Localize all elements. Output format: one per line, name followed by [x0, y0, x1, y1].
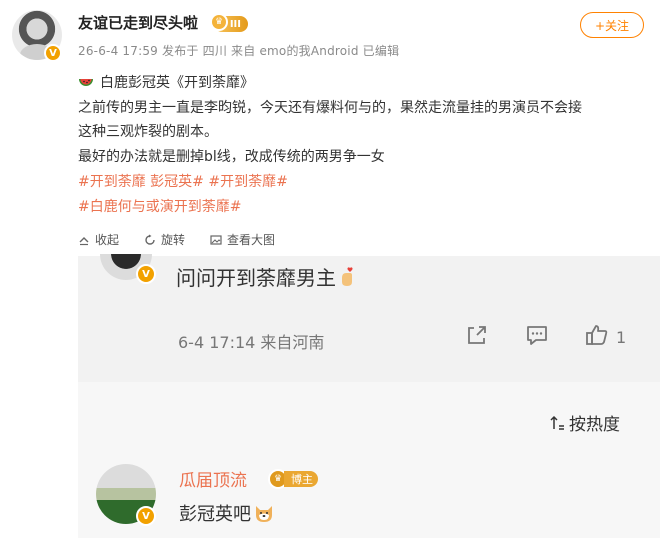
comment-text: 彭冠英吧	[179, 500, 275, 526]
comment-icon	[527, 326, 547, 345]
watermelon-icon	[79, 79, 93, 86]
view-large-button[interactable]: 查看大图	[210, 231, 275, 248]
view-large-label: 查看大图	[227, 233, 276, 247]
reply-card: V 问问开到荼靡男主 6-4 17:14 来自河南 1	[78, 254, 660, 382]
post-actions: 收起 旋转 查看大图	[0, 231, 660, 251]
comments-section: 按热度 V 瓜届顶流 ♛ 博主 彭冠英吧	[78, 382, 660, 538]
author-name[interactable]: 友谊已走到尽头啦	[78, 12, 198, 33]
post-meta: 26-6-4 17:59 发布于 四川 来自 emo的我Android 已编辑	[78, 44, 400, 58]
verified-icon: V	[44, 44, 62, 62]
share-button[interactable]	[464, 322, 490, 352]
collapse-button[interactable]: 收起	[78, 231, 119, 248]
weibo-post: V 友谊已走到尽头啦 ♛ III 26-6-4 17:59 发布于 四川 来自 …	[0, 0, 660, 256]
reply-text: 问问开到荼靡男主	[176, 262, 358, 291]
rank-badge-label: III	[229, 18, 241, 30]
comment-button[interactable]	[524, 322, 550, 352]
rank-badge: ♛ III	[210, 13, 248, 32]
verified-icon: V	[136, 506, 156, 526]
rotate-button[interactable]: 旋转	[144, 231, 185, 248]
reply-meta: 6-4 17:14 来自河南	[178, 333, 325, 352]
like-icon	[586, 325, 608, 345]
post-title: 白鹿彭冠英《开到荼靡》	[100, 75, 254, 91]
rotate-icon	[145, 234, 155, 245]
like-count: 1	[616, 328, 627, 347]
reply-text-content: 问问开到荼靡男主	[176, 266, 336, 290]
follow-button[interactable]: +关注	[580, 12, 644, 38]
topic-tag[interactable]: #白鹿何与或演开到荼靡#	[78, 196, 241, 216]
share-icon	[468, 326, 486, 344]
crown-icon: ♛	[210, 13, 228, 31]
blogger-badge-label: 博主	[284, 471, 318, 487]
sort-icon	[550, 415, 564, 430]
like-button[interactable]	[584, 322, 610, 352]
hand-heart-icon	[342, 267, 353, 286]
collapse-label: 收起	[95, 233, 120, 247]
dog-emoji-icon	[256, 506, 272, 522]
post-body-line: 之前传的男主一直是李昀锐，今天还有爆料何与的，果然走流量挂的男演员不会接	[78, 100, 582, 116]
post-body-line: 最好的办法就是删掉bl线，改成传统的两男争一女	[78, 149, 385, 165]
topic-tags[interactable]: #开到荼靡 彭冠英# #开到荼靡#	[78, 171, 288, 191]
sort-button[interactable]: 按热度	[549, 410, 620, 435]
commenter-name[interactable]: 瓜届顶流	[179, 466, 247, 491]
comment-text-content: 彭冠英吧	[179, 504, 251, 525]
blogger-badge: ♛ 博主	[268, 469, 318, 489]
post-body-line: 这种三观炸裂的剧本。	[78, 124, 218, 140]
sort-label: 按热度	[569, 415, 620, 435]
verified-icon: V	[136, 264, 156, 284]
image-icon	[210, 234, 222, 245]
post-title-line: 白鹿彭冠英《开到荼靡》	[78, 72, 254, 92]
collapse-icon	[79, 236, 89, 245]
rotate-label: 旋转	[161, 233, 186, 247]
